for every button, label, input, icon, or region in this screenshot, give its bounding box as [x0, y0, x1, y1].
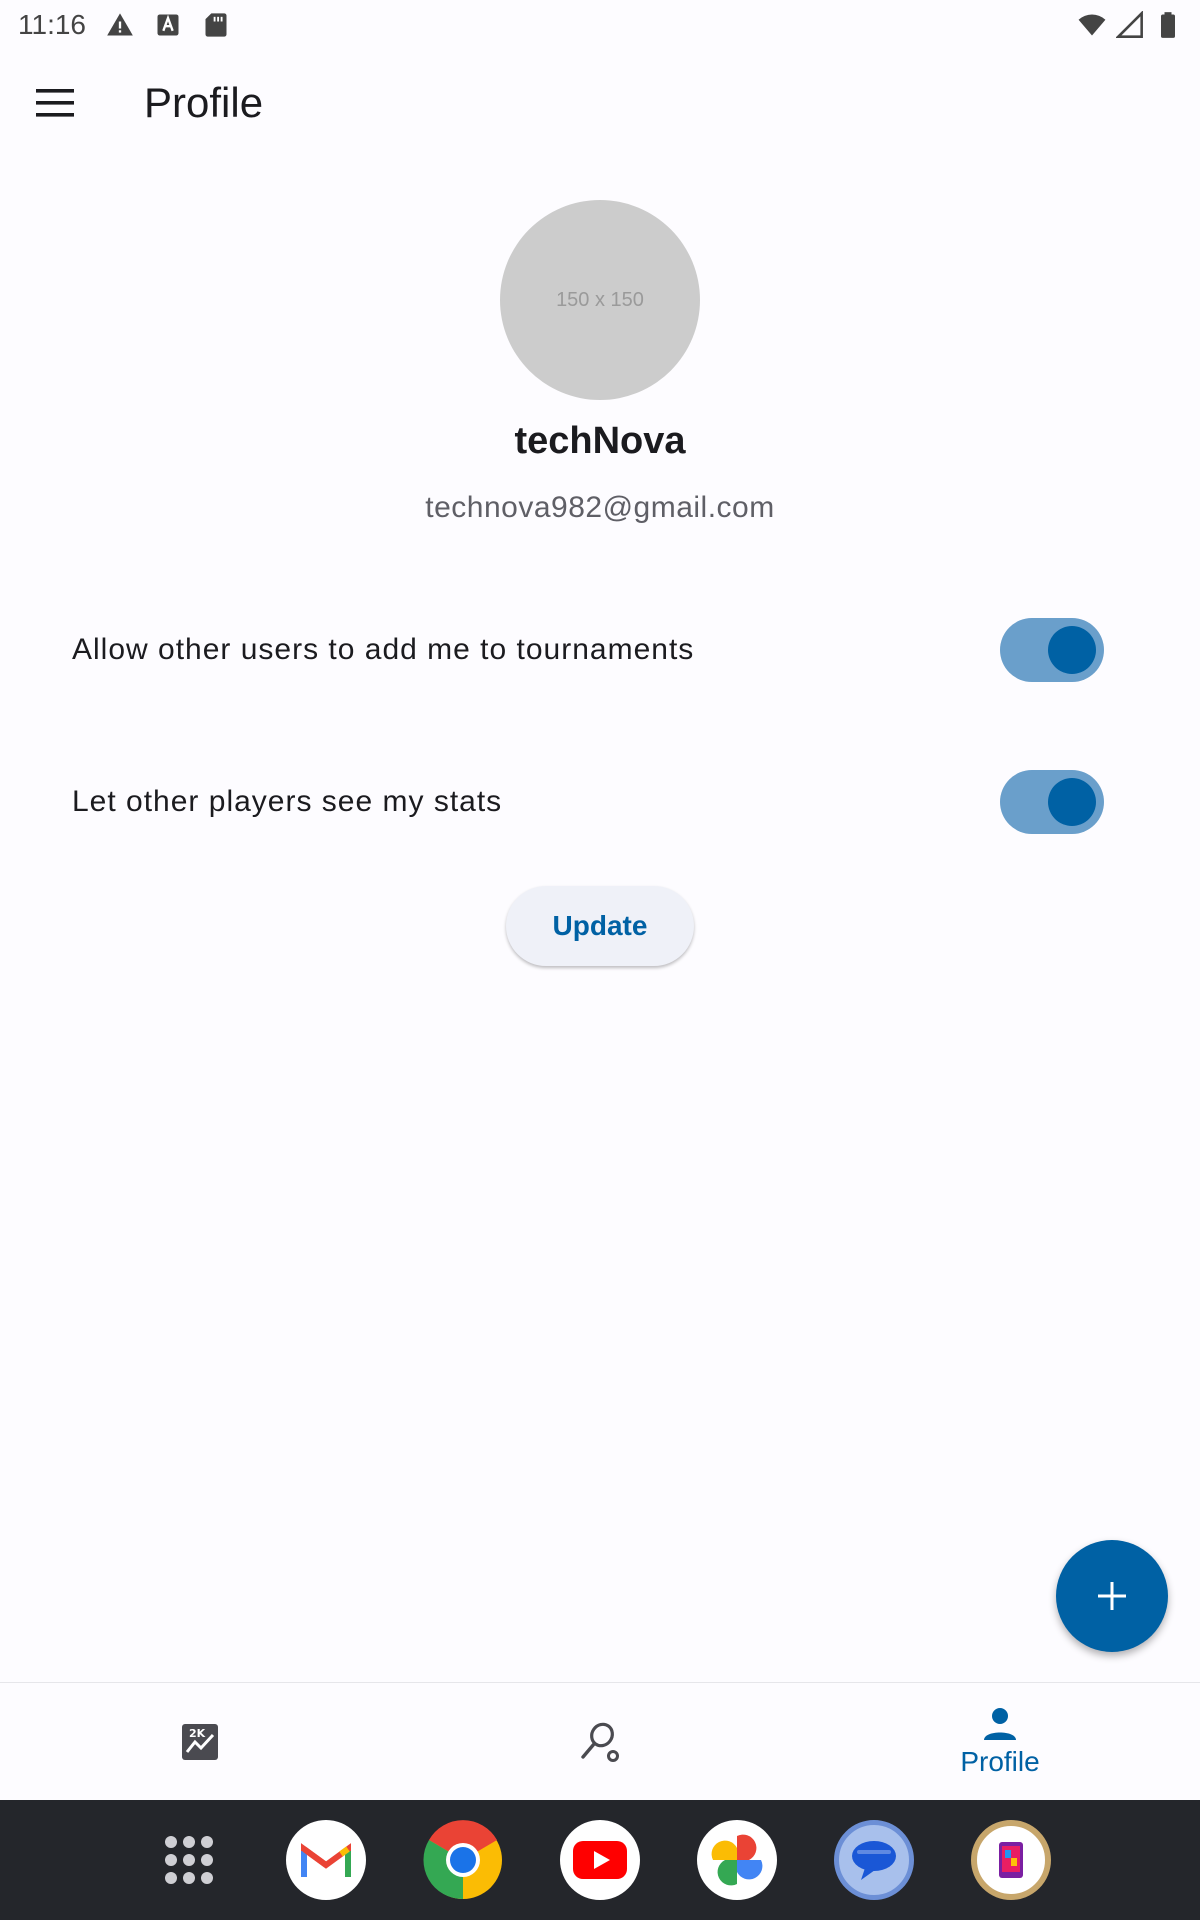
hamburger-menu-icon — [36, 89, 74, 117]
setting-label-stats: Let other players see my stats — [72, 785, 503, 818]
chrome-icon — [423, 1820, 502, 1900]
wifi-icon — [1078, 14, 1106, 36]
sd-card-icon — [205, 13, 227, 37]
setting-row-tournaments: Allow other users to add me to tournamen… — [72, 610, 1104, 690]
email: technova982@gmail.com — [425, 491, 775, 524]
youtube-app[interactable] — [560, 1820, 640, 1900]
status-bar: 11:16 — [0, 0, 1200, 50]
gallery-app[interactable] — [971, 1820, 1051, 1900]
screen: 11:16 Profile 150 x 150 techNova technov… — [0, 0, 1200, 1920]
messages-icon — [852, 1841, 896, 1880]
nav-item-search[interactable] — [400, 1683, 800, 1800]
signal-icon — [1116, 11, 1143, 38]
photos-app[interactable] — [697, 1820, 777, 1900]
gmail-icon — [301, 1843, 351, 1877]
bottom-navigation: 2K Profile — [0, 1682, 1200, 1800]
svg-text:2K: 2K — [189, 1727, 206, 1740]
youtube-icon — [573, 1841, 627, 1879]
app-drawer-button[interactable] — [149, 1820, 229, 1900]
messages-app[interactable] — [834, 1820, 914, 1900]
toggle-thumb — [1048, 778, 1096, 826]
gallery-app-icon — [999, 1842, 1023, 1878]
nav-item-stats[interactable]: 2K — [0, 1683, 400, 1800]
tournaments-toggle[interactable] — [1000, 618, 1104, 682]
add-fab-button[interactable] — [1056, 1540, 1168, 1652]
photos-icon — [711, 1834, 763, 1886]
warning-icon — [107, 13, 133, 36]
menu-button[interactable] — [0, 50, 112, 156]
status-bar-right — [1078, 11, 1182, 39]
app-drawer-icon — [165, 1836, 213, 1884]
avatar: 150 x 150 — [500, 200, 700, 400]
avatar-placeholder-text: 150 x 150 — [556, 288, 644, 311]
battery-icon — [1161, 12, 1175, 38]
gmail-app[interactable] — [286, 1820, 366, 1900]
status-bar-left: 11:16 — [18, 9, 230, 41]
page-title: Profile — [144, 79, 264, 126]
stats-chart-icon: 2K — [182, 1723, 218, 1760]
plus-icon — [1098, 1582, 1126, 1610]
top-app-bar: Profile — [0, 50, 1200, 156]
chrome-app[interactable] — [423, 1820, 503, 1900]
setting-label-tournaments: Allow other users to add me to tournamen… — [72, 633, 695, 666]
status-time: 11:16 — [18, 9, 86, 40]
search-racket-icon — [581, 1722, 619, 1762]
person-icon — [984, 1707, 1016, 1740]
update-button[interactable]: Update — [506, 886, 694, 966]
app-dock — [0, 1800, 1200, 1920]
a-notification-icon — [157, 14, 179, 36]
stats-toggle[interactable] — [1000, 770, 1104, 834]
toggle-thumb — [1048, 626, 1096, 674]
nav-label-profile: Profile — [960, 1745, 1040, 1777]
nav-item-profile[interactable]: Profile — [800, 1683, 1200, 1800]
username: techNova — [514, 420, 686, 462]
setting-row-stats: Let other players see my stats — [72, 762, 1104, 842]
